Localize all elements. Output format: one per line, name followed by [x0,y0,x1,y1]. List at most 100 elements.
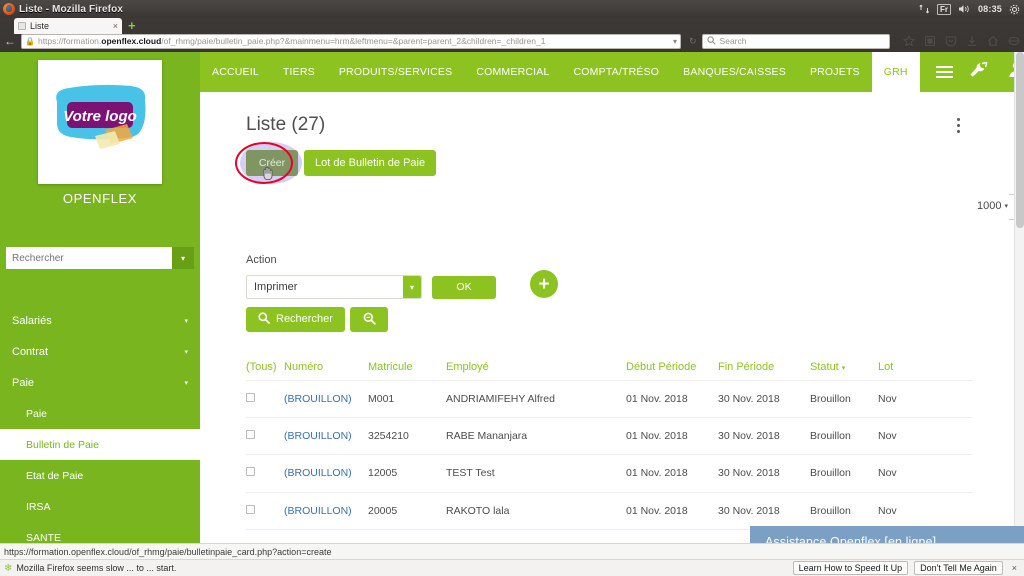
close-icon[interactable]: × [1009,563,1020,573]
cell-numero[interactable]: (BROUILLON) [284,505,368,517]
page-scrollbar[interactable] [1014,52,1024,543]
browser-search-bar[interactable]: Search [701,33,890,49]
sidebar-subitem-etat-de-paie[interactable]: Etat de Paie [0,460,200,491]
network-icon[interactable] [919,0,930,18]
sidebar-item-label: SANTE [26,531,62,544]
svg-text:Votre logo: Votre logo [63,108,137,125]
column-header-statut[interactable]: Statut ▾ [810,361,878,373]
numero-link[interactable]: (BROUILLON) [284,467,352,479]
chevron-down-icon[interactable]: ▾ [403,276,421,298]
chevron-down-icon[interactable]: ▾ [172,247,194,269]
account-icon[interactable] [1007,35,1020,47]
tab-accueil[interactable]: ACCUEIL [200,52,271,92]
sidebar-subitem-bulletin-de-paie[interactable]: Bulletin de Paie [0,429,200,460]
tab-projets[interactable]: PROJETS [798,52,872,92]
firefox-icon: ❄ [4,562,13,574]
search-input[interactable] [6,247,172,269]
column-header-employe[interactable]: Employé [446,361,626,373]
keyboard-layout-indicator[interactable]: Fr [936,3,951,15]
sidebar-item-contrat[interactable]: Contrat ▾ [0,336,200,367]
tab-commercial[interactable]: COMMERCIAL [464,52,561,92]
library-icon[interactable] [924,35,936,47]
tab-compta-treso[interactable]: COMPTA/TRÉSO [562,52,672,92]
tab-banques-caisses[interactable]: BANQUES/CAISSES [671,52,798,92]
chevron-down-icon[interactable]: ▾ [669,37,677,46]
table-row[interactable]: (BROUILLON) 3254210 RABE Mananjara 01 No… [246,418,972,455]
row-checkbox[interactable] [246,429,284,442]
screen-root: Liste - Mozilla Firefox Fr 08:35 Liste ×… [0,0,1024,576]
column-header-matricule[interactable]: Matricule [368,361,446,373]
page-title: Liste (27) [246,114,326,135]
browser-toolbar-icons [902,35,1024,47]
dont-tell-again-button[interactable]: Don't Tell Me Again [914,561,1003,575]
cell-employe: ANDRIAMIFEHY Alfred [446,392,555,405]
add-button[interactable]: + [530,270,558,298]
cell-numero[interactable]: (BROUILLON) [284,467,368,479]
volume-icon[interactable] [958,0,971,18]
reload-icon[interactable]: ↻ [689,36,697,47]
tools-icon[interactable] [969,61,988,83]
scrollbar-thumb[interactable] [1016,52,1024,228]
pocket-icon[interactable] [945,35,957,47]
gear-icon[interactable] [1009,0,1020,18]
lot-bulletin-button[interactable]: Lot de Bulletin de Paie [304,150,437,176]
home-icon[interactable] [987,35,999,47]
downloads-icon[interactable] [966,35,978,47]
sidebar-item-salaries[interactable]: Salariés ▾ [0,305,200,336]
cell-fin-periode: 30 Nov. 2018 [718,392,780,405]
table-header: (Tous) Numéro Matricule Employé Début Pé… [246,354,972,380]
action-select[interactable]: Imprimer ▾ [246,275,422,299]
table-row[interactable]: (BROUILLON) 12005 TEST Test 01 Nov. 2018… [246,455,972,493]
tab-produits-services[interactable]: PRODUITS/SERVICES [327,52,464,92]
sidebar-subitem-irsa[interactable]: IRSA [0,491,200,522]
numero-link[interactable]: (BROUILLON) [284,505,352,517]
topnav-label: GRH [883,66,908,78]
numero-link[interactable]: (BROUILLON) [284,393,352,405]
column-header-tous[interactable]: (Tous) [246,361,284,373]
tab-grh[interactable]: GRH [871,52,920,92]
page-size-value: 1000 [977,200,1002,212]
back-button[interactable]: ← [4,34,16,48]
row-checkbox[interactable] [246,504,284,517]
bulletin-table: (Tous) Numéro Matricule Employé Début Pé… [246,354,972,530]
reset-search-button[interactable] [350,307,388,332]
system-clock[interactable]: 08:35 [978,4,1002,14]
cell-fin-periode: 30 Nov. 2018 [718,429,780,442]
cell-matricule: M001 [368,392,395,405]
row-checkbox[interactable] [246,467,284,479]
column-header-numero[interactable]: Numéro [284,361,368,373]
chevron-down-icon: ▾ [184,317,188,325]
column-header-lot[interactable]: Lot [878,361,934,373]
content-area: ACCUEIL TIERS PRODUITS/SERVICES COMMERCI… [200,52,1024,543]
sidebar-item-label: Paie [12,376,35,389]
cell-matricule: 3254210 [368,429,409,442]
table-row[interactable]: (BROUILLON) 20005 RAKOTO lala 01 Nov. 20… [246,493,972,530]
mouse-cursor [262,166,275,180]
action-label: Action [246,254,277,266]
tab-tiers[interactable]: TIERS [271,52,327,92]
notification-message: Mozilla Firefox seems slow ... to ... st… [16,563,177,573]
bookmark-star-icon[interactable] [902,35,915,47]
url-bar[interactable]: 🔒 https://formation. openflex.cloud /of_… [21,33,681,49]
ok-button[interactable]: OK [432,276,496,299]
status-link-url: https://formation.openflex.cloud/of_rhmg… [4,546,332,557]
hamburger-menu-icon[interactable] [920,52,969,92]
sidebar-search[interactable]: ▾ [6,247,194,269]
sidebar-subitem-paie[interactable]: Paie [0,398,200,429]
topnav-label: COMPTA/TRÉSO [573,66,660,78]
speed-up-button[interactable]: Learn How to Speed It Up [792,561,909,575]
row-checkbox[interactable] [246,392,284,405]
chevron-down-icon: ▾ [841,365,846,372]
rechercher-button[interactable]: Rechercher [246,307,345,332]
chevron-down-icon: ▾ [1004,203,1008,210]
notification-actions: Learn How to Speed It Up Don't Tell Me A… [792,561,1020,575]
cell-numero[interactable]: (BROUILLON) [284,430,368,442]
sidebar-item-paie[interactable]: Paie ▾ [0,367,200,398]
column-header-fin-periode[interactable]: Fin Période [718,361,810,373]
numero-link[interactable]: (BROUILLON) [284,430,352,442]
table-row[interactable]: (BROUILLON) M001 ANDRIAMIFEHY Alfred 01 … [246,380,972,418]
cell-numero[interactable]: (BROUILLON) [284,393,368,405]
page-size-select[interactable]: 1000 ▾ [977,200,1008,212]
column-header-debut-periode[interactable]: Début Période [626,361,718,373]
more-options-icon[interactable] [950,118,966,133]
